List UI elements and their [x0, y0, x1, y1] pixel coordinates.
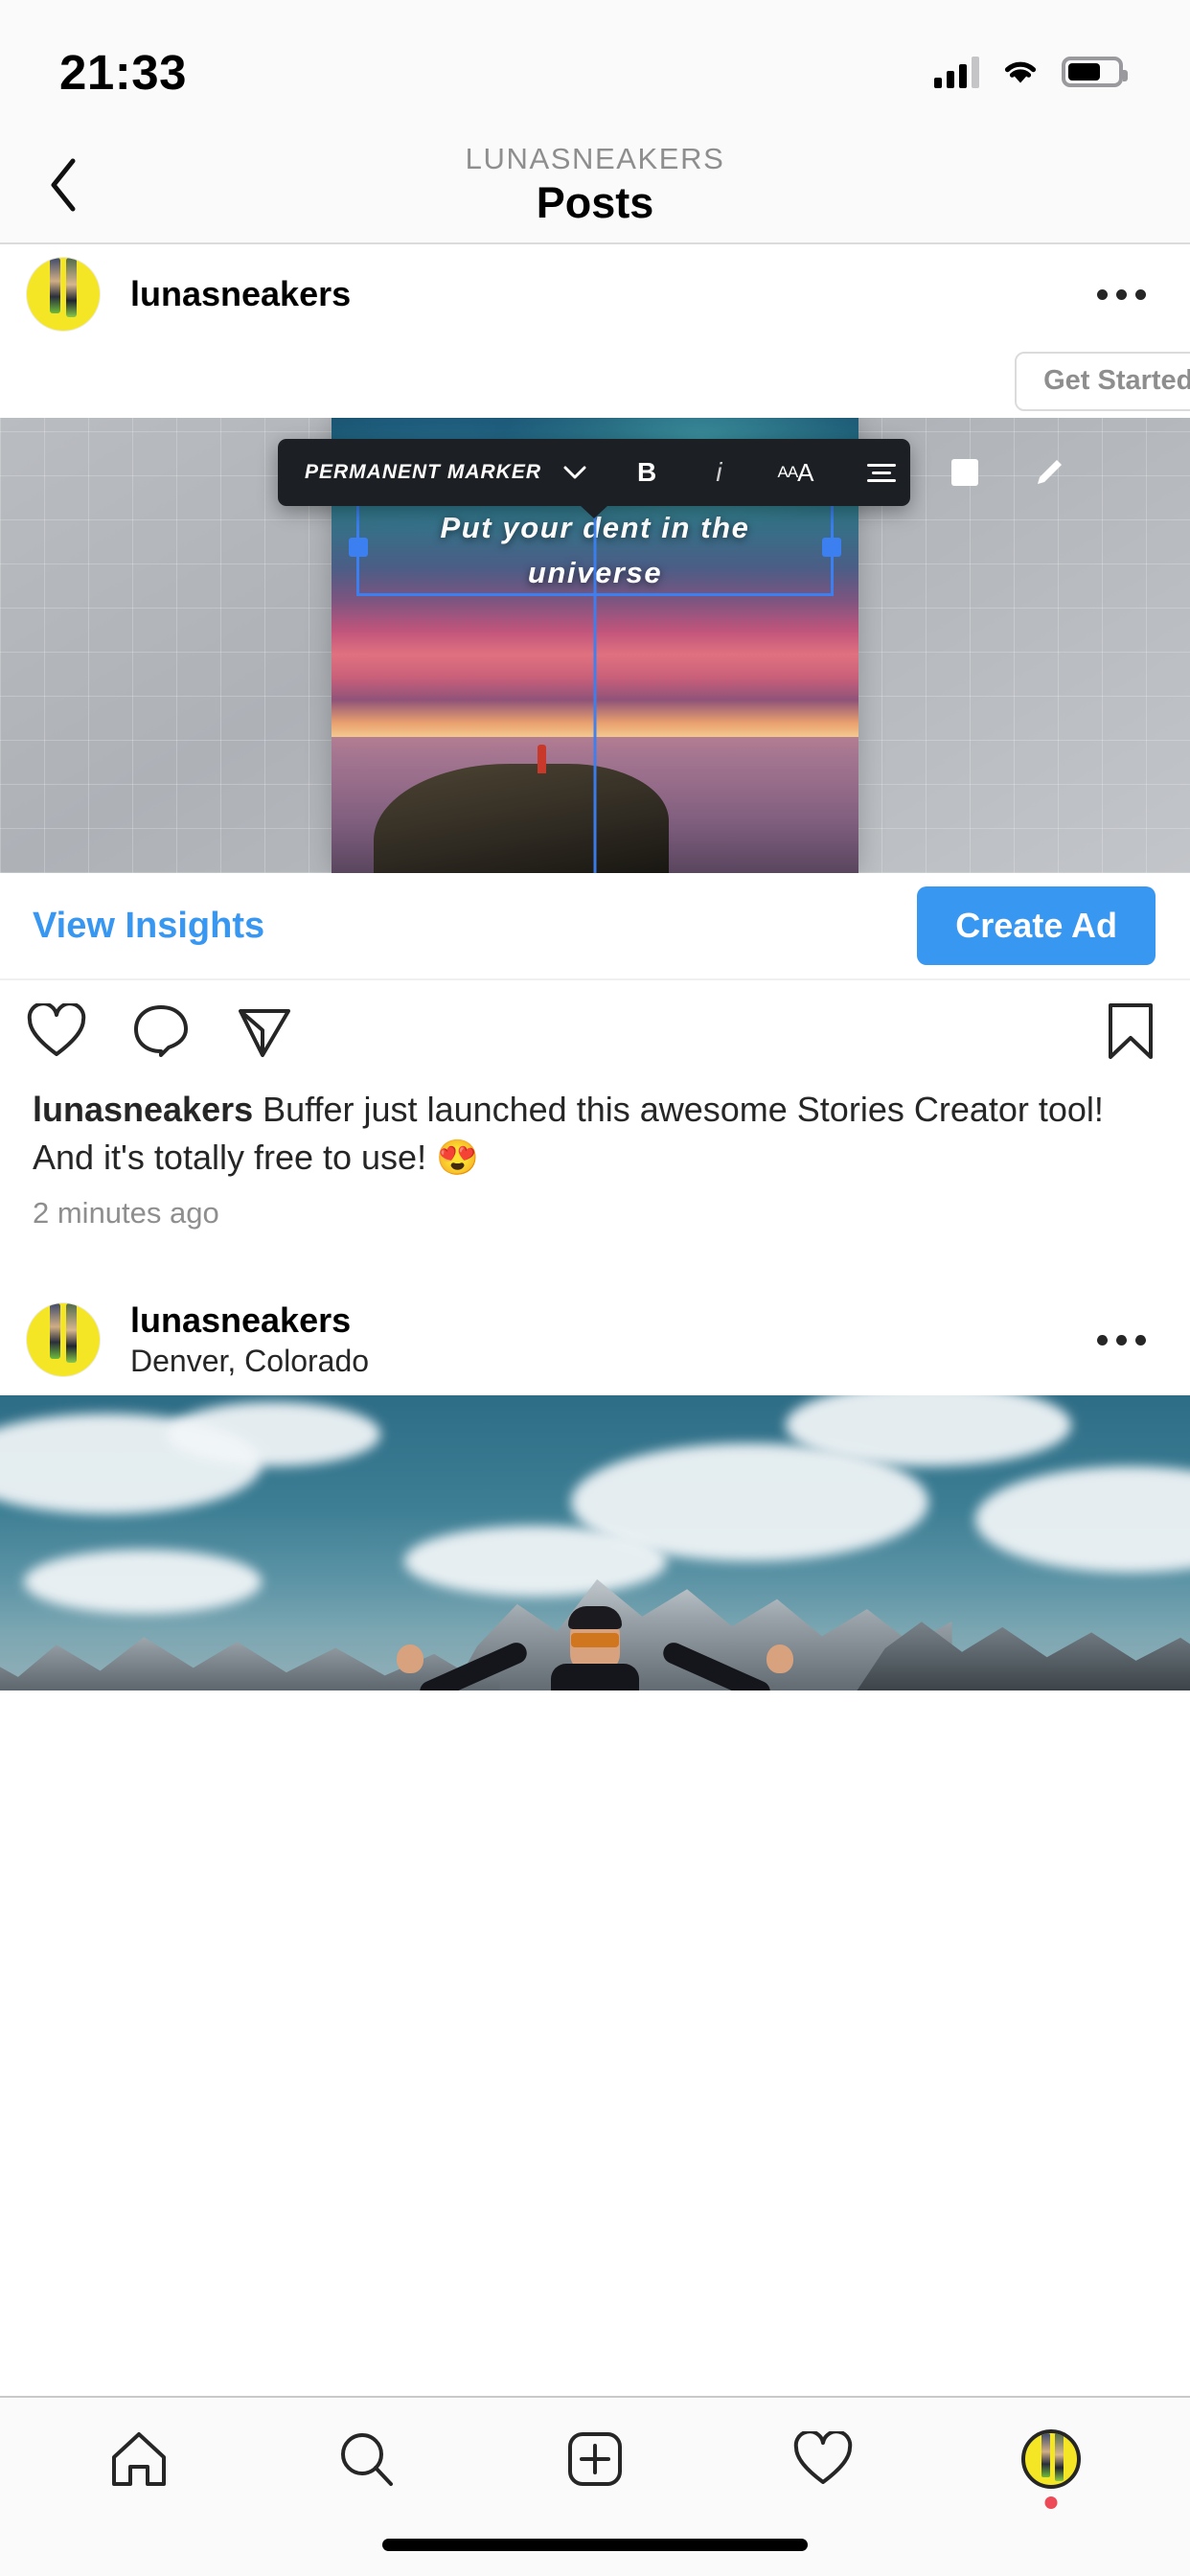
- person-figure: [397, 1604, 793, 1691]
- font-size-button[interactable]: AAA: [777, 458, 813, 488]
- status-bar: 21:33: [0, 0, 1190, 126]
- heart-icon: [793, 2431, 853, 2484]
- plus-square-icon: [568, 2432, 622, 2486]
- text-align-icon[interactable]: [866, 463, 896, 482]
- tab-activity[interactable]: [766, 2411, 881, 2507]
- post-header[interactable]: lunasneakers Denver, Colorado: [0, 1284, 1190, 1396]
- cloud-shape: [23, 1549, 263, 1615]
- caption-author[interactable]: lunasneakers: [33, 1090, 253, 1129]
- post-location[interactable]: Denver, Colorado: [130, 1343, 369, 1379]
- more-options-button[interactable]: [1086, 270, 1157, 319]
- tab-profile[interactable]: [994, 2411, 1109, 2509]
- tab-items: [0, 2398, 1190, 2520]
- home-indicator-bar: [382, 2539, 808, 2551]
- get-started-button[interactable]: Get Started With: [1015, 351, 1190, 411]
- wifi-icon: [1004, 61, 1037, 83]
- post-header[interactable]: lunasneakers: [0, 244, 1190, 344]
- tab-add-post[interactable]: [538, 2411, 652, 2507]
- post-header-text: lunasneakers: [100, 274, 351, 313]
- mountain-ridge: [0, 1637, 500, 1691]
- nav-header: LUNASNEAKERS Posts: [0, 126, 1190, 244]
- center-alignment-guide: [593, 475, 597, 873]
- bold-button[interactable]: B: [637, 457, 656, 488]
- tab-search[interactable]: [309, 2411, 424, 2507]
- more-options-button[interactable]: [1086, 1316, 1157, 1365]
- color-swatch-icon[interactable]: [950, 459, 978, 486]
- battery-icon: [1062, 57, 1128, 87]
- post-timestamp: 2 minutes ago: [0, 1181, 1190, 1231]
- post-username[interactable]: lunasneakers: [130, 1300, 369, 1340]
- notification-badge: [1044, 2496, 1058, 2509]
- nav-title-group: LUNASNEAKERS Posts: [466, 144, 725, 225]
- view-insights-link[interactable]: View Insights: [33, 906, 264, 947]
- bookmark-icon[interactable]: [1106, 1001, 1156, 1066]
- italic-button[interactable]: i: [716, 457, 721, 488]
- avatar[interactable]: [27, 258, 100, 331]
- resize-handle-left[interactable]: [349, 538, 368, 557]
- signal-bars-icon: [934, 56, 979, 88]
- share-paper-plane-icon[interactable]: [236, 1003, 293, 1064]
- post-media-story-editor[interactable]: Put your dent in the universe Permanent …: [0, 418, 1190, 873]
- story-person-figure: [537, 744, 546, 773]
- post-username[interactable]: lunasneakers: [130, 274, 351, 313]
- home-icon: [112, 2432, 166, 2486]
- tab-home[interactable]: [81, 2411, 196, 2507]
- search-icon: [341, 2433, 393, 2486]
- post-actions-row: [0, 978, 1190, 1086]
- bottom-tab-bar: [0, 2396, 1190, 2576]
- page-title: Posts: [536, 177, 654, 227]
- comment-icon[interactable]: [132, 1003, 190, 1064]
- story-editor-toolbar[interactable]: Permanent Marker B i AAA: [278, 439, 1062, 506]
- mountain-ridge: [857, 1622, 1190, 1691]
- chevron-left-icon: [51, 158, 76, 211]
- chevron-down-icon[interactable]: [562, 465, 587, 480]
- cloud-shape: [975, 1466, 1190, 1574]
- back-button[interactable]: [34, 156, 92, 214]
- promo-strip: Get Started With: [0, 344, 1190, 418]
- cloud-shape: [166, 1401, 381, 1467]
- post-separator: [0, 1230, 1190, 1285]
- avatar[interactable]: [27, 1303, 100, 1377]
- nav-subtitle: LUNASNEAKERS: [465, 142, 725, 176]
- status-bar-indicators: [934, 56, 1128, 88]
- resize-handle-right[interactable]: [822, 538, 841, 557]
- profile-avatar-icon: [1021, 2429, 1081, 2489]
- status-bar-time: 21:33: [59, 44, 187, 100]
- cloud-shape: [404, 1525, 667, 1597]
- marker-pen-icon[interactable]: [1032, 456, 1064, 489]
- font-name-label[interactable]: Permanent Marker: [305, 461, 541, 484]
- create-ad-button[interactable]: Create Ad: [917, 886, 1156, 965]
- insights-row: View Insights Create Ad: [0, 873, 1190, 978]
- post-media-mountains[interactable]: [0, 1395, 1190, 1691]
- post-header-text: lunasneakers Denver, Colorado: [100, 1300, 369, 1379]
- post-caption: lunasneakers Buffer just launched this a…: [0, 1086, 1190, 1182]
- heart-icon[interactable]: [27, 1000, 86, 1064]
